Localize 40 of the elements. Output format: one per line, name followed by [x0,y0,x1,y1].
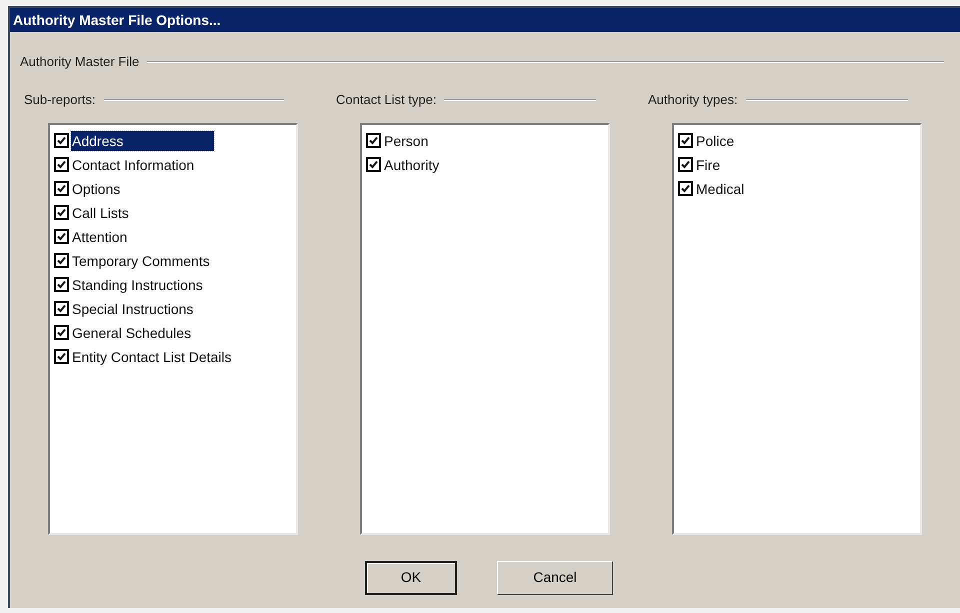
list-label: Contact List type: [336,90,436,109]
dialog-button[interactable]: Cancel [497,560,613,594]
list-item[interactable]: Options [71,178,122,198]
list-label: Sub-reports: [24,90,96,109]
checkbox[interactable] [366,133,381,148]
checkbox-list[interactable]: Address Contact Information Options Call Lists Attention Temporary Comments Standing Instructions Special Instructions General Schedules Entity Contact List Details [48,122,298,534]
checkbox[interactable] [54,349,69,364]
window-title: Authority Master File Options... [10,8,960,32]
checkbox-list[interactable]: Police Fire Medical [672,122,922,534]
list-item[interactable]: Address [71,130,214,150]
list-item[interactable]: Call Lists [71,202,130,222]
checkbox-list[interactable]: Person Authority [360,122,610,534]
checkbox[interactable] [54,253,69,268]
dialog-button[interactable]: OK [365,560,457,594]
list-item[interactable]: Special Instructions [71,298,194,318]
checkbox[interactable] [54,205,69,220]
list-item[interactable]: Medical [695,178,746,198]
list-item[interactable]: Standing Instructions [71,274,204,294]
checkbox[interactable] [54,157,69,172]
list-label: Authority types: [648,90,738,109]
checkbox[interactable] [54,229,69,244]
list-item[interactable]: General Schedules [71,322,192,342]
group-label: Authority Master File [20,53,140,71]
list-item[interactable]: Contact Information [71,154,196,174]
checkbox[interactable] [54,325,69,340]
list-item[interactable]: Entity Contact List Details [71,346,233,366]
list-item[interactable]: Person [383,130,430,150]
list-item[interactable]: Fire [695,154,722,174]
checkbox[interactable] [678,181,693,196]
checkbox[interactable] [366,157,381,172]
checkbox[interactable] [54,277,69,292]
checkbox[interactable] [54,181,69,196]
list-item[interactable]: Police [695,130,736,150]
list-item[interactable]: Authority [383,154,440,174]
checkbox[interactable] [678,133,693,148]
list-item[interactable]: Attention [71,226,128,246]
list-item[interactable]: Temporary Comments [71,250,211,270]
checkbox[interactable] [54,133,69,148]
checkbox[interactable] [54,301,69,316]
checkbox[interactable] [678,157,693,172]
